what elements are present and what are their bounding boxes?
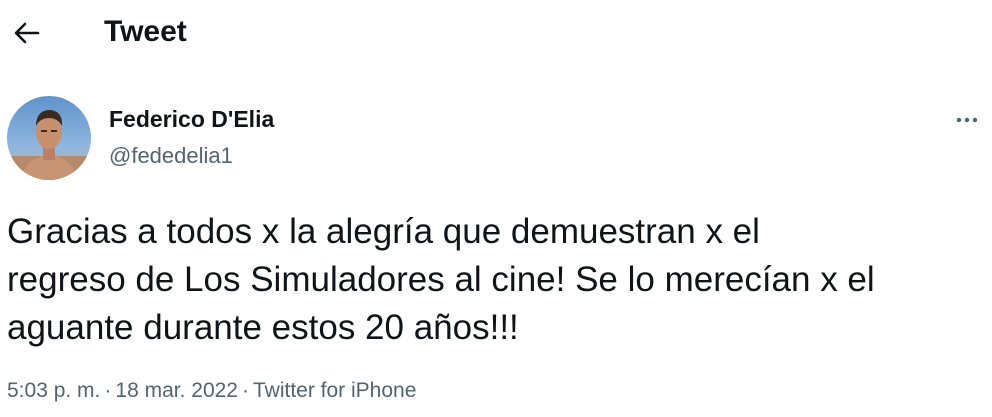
top-bar: Tweet bbox=[0, 0, 992, 66]
back-button[interactable] bbox=[12, 18, 42, 48]
tweet-metadata: 5:03 p. m. · 18 mar. 2022 · Twitter for iPho… bbox=[7, 377, 416, 405]
author-name[interactable]: Federico D'Elia bbox=[109, 105, 274, 133]
tweet-date-link[interactable]: 18 mar. 2022 bbox=[115, 379, 238, 402]
author-handle[interactable]: @fededelia1 bbox=[109, 142, 233, 170]
tweet-time-link[interactable]: 5:03 p. m. bbox=[7, 379, 100, 402]
more-options-button[interactable] bbox=[952, 108, 982, 132]
page-title: Tweet bbox=[104, 15, 187, 48]
avatar-photo bbox=[7, 96, 91, 180]
avatar[interactable] bbox=[7, 96, 91, 180]
separator-dot: · bbox=[241, 379, 249, 402]
tweet-source-link[interactable]: Twitter for iPhone bbox=[253, 379, 416, 402]
more-horizontal-icon bbox=[956, 117, 978, 123]
separator-dot: · bbox=[104, 379, 112, 402]
arrow-left-icon bbox=[14, 22, 40, 44]
tweet-text: Gracias a todos x la alegría que demuest… bbox=[7, 212, 875, 347]
